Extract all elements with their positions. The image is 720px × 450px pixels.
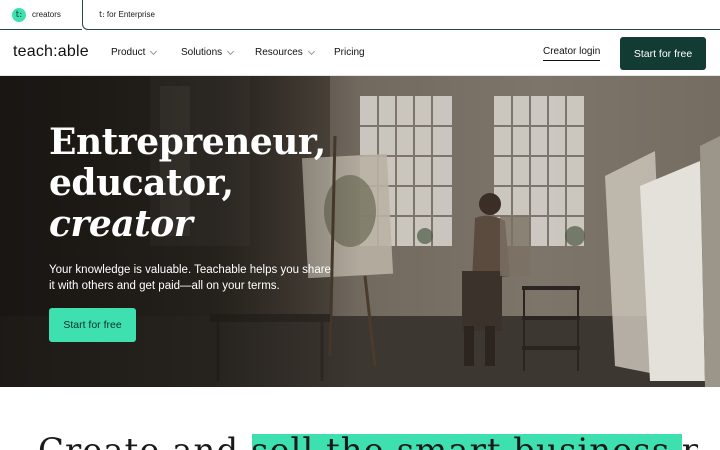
creators-tab-label: creators <box>32 10 61 19</box>
nav-item-solutions[interactable]: Solutions <box>181 47 235 58</box>
nav-item-label: Resources <box>255 47 303 58</box>
nav-item-pricing[interactable]: Pricing <box>334 47 365 58</box>
nav-item-label: Solutions <box>181 47 223 58</box>
hero-start-for-free-button[interactable]: Start for free <box>49 308 136 342</box>
headline-line-emphasis: creator <box>49 203 193 245</box>
hero-section: Entrepreneur, educator, creator Your kno… <box>0 76 720 387</box>
hero-subtext: Your knowledge is valuable. Teachable he… <box>49 264 331 292</box>
teachable-logo[interactable]: teach:able <box>13 43 89 61</box>
section-heading: Create and sell the smart business produ… <box>38 431 698 450</box>
chevron-down-icon <box>307 47 315 55</box>
teachable-t-icon: t: <box>12 7 26 22</box>
creators-tab[interactable]: t: creators <box>0 0 82 30</box>
nav-item-resources[interactable]: Resources <box>255 47 315 58</box>
chevron-down-icon <box>150 47 158 55</box>
chevron-down-icon <box>227 47 235 55</box>
headline-line: educator, <box>49 162 234 204</box>
nav-item-label: Product <box>111 47 146 58</box>
headline-line: Entrepreneur, <box>49 121 326 163</box>
creator-login-link[interactable]: Creator login <box>543 46 601 61</box>
enterprise-tab[interactable]: t: for Enterprise <box>82 0 720 30</box>
audience-switcher: t: creators t: for Enterprise <box>0 0 720 30</box>
next-section-teaser: Create and sell the smart business produ… <box>0 387 720 450</box>
nav-item-label: Pricing <box>334 47 365 58</box>
enterprise-tab-label: for Enterprise <box>106 10 155 19</box>
nav-item-product[interactable]: Product <box>111 47 158 58</box>
teachable-t-icon: t: <box>99 10 105 19</box>
hero-headline: Entrepreneur, educator, creator <box>49 122 326 245</box>
start-for-free-button[interactable]: Start for free <box>620 37 706 70</box>
main-nav: teach:able Product Solutions Resources P… <box>0 30 720 76</box>
